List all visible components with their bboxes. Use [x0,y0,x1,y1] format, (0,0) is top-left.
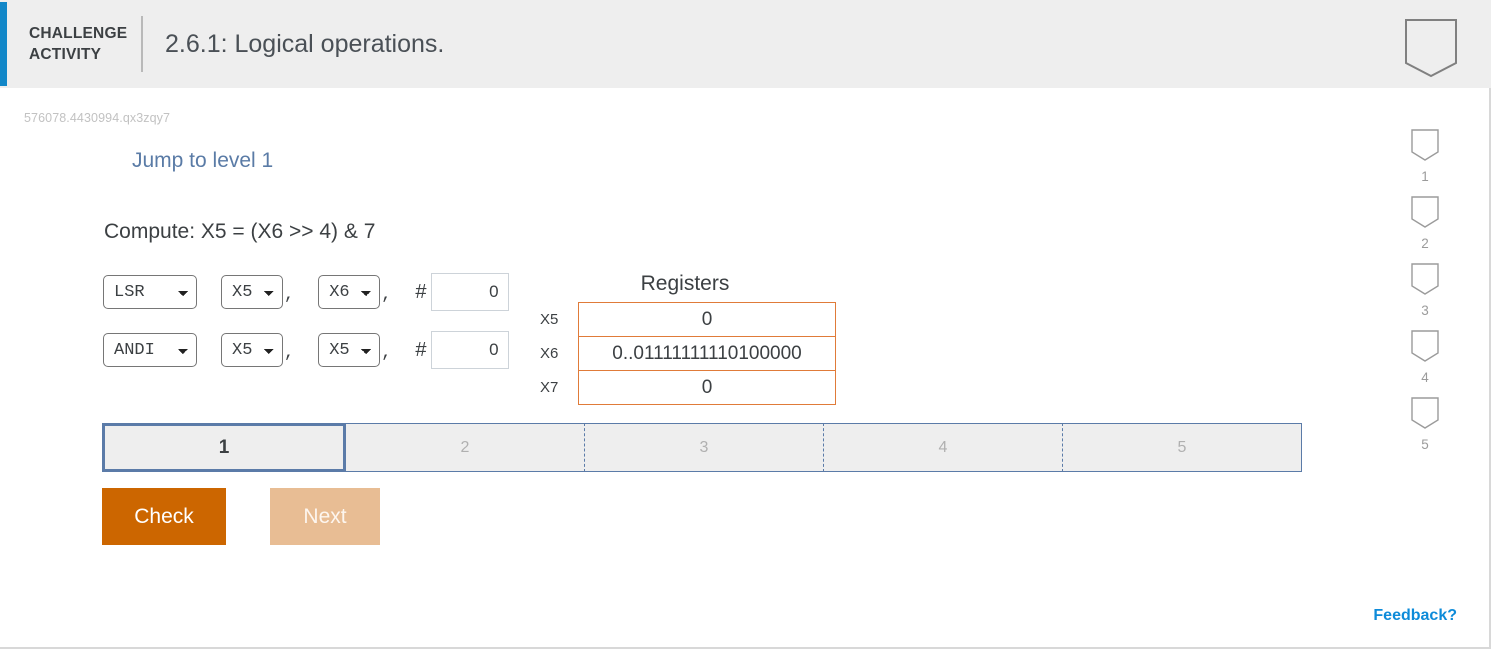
register-value: 0..01111111110100000 [578,336,836,371]
level-badge-number: 4 [1421,370,1429,385]
level-badge-3[interactable]: 3 [1410,262,1440,318]
check-button[interactable]: Check [102,488,226,545]
shield-outline-icon [1410,128,1440,167]
level-progress-bar: 1 2 3 4 5 [102,423,1302,472]
register-label: X6 [540,345,559,362]
level-badge-2[interactable]: 2 [1410,195,1440,251]
register-label: X7 [540,379,559,396]
level-badge-4[interactable]: 4 [1410,329,1440,385]
challenge-activity-page: CHALLENGE ACTIVITY 2.6.1: Logical operat… [0,0,1491,649]
kicker-line-1: CHALLENGE [29,25,128,42]
level-badge-number: 1 [1421,169,1429,184]
level-badge-number: 2 [1421,236,1429,251]
level-badge-1[interactable]: 1 [1410,128,1440,184]
challenge-activity-kicker: CHALLENGE ACTIVITY [29,23,129,65]
instruction-row: ANDI X5 , X5 , # [103,331,509,369]
source-register-select-1[interactable]: X6 [318,275,381,309]
kicker-line-2: ACTIVITY [29,46,102,63]
instruction-editor: LSR X5 , X6 , # ANDI X5 , [103,273,509,390]
feedback-link[interactable]: Feedback? [1373,607,1457,625]
page-title: 2.6.1: Logical operations. [165,29,445,58]
shield-outline-icon [1403,17,1459,84]
immediate-input-1[interactable] [430,273,509,311]
immediate-input-2[interactable] [430,331,509,369]
table-row: X6 0..01111111110100000 [540,336,836,371]
dest-register-select-2[interactable]: X5 [221,333,283,367]
level-badges-rail: 1 2 3 4 5 [1393,128,1457,463]
instruction-row: LSR X5 , X6 , # [103,273,509,311]
comma-separator: , [381,285,392,305]
immediate-hash-symbol: # [415,338,427,361]
comma-separator: , [381,343,392,363]
problem-prompt: Compute: X5 = (X6 >> 4) & 7 [104,220,376,243]
register-label: X5 [540,311,559,328]
comma-separator: , [284,285,295,305]
next-button[interactable]: Next [270,488,380,545]
register-value: 0 [578,302,836,337]
level-badge-5[interactable]: 5 [1410,396,1440,452]
dest-register-select-1[interactable]: X5 [221,275,283,309]
activity-header: CHALLENGE ACTIVITY 2.6.1: Logical operat… [0,0,1491,88]
opcode-select-1[interactable]: LSR [103,275,197,309]
table-row: X7 0 [540,370,836,405]
activity-id: 576078.4430994.qx3zqy7 [24,111,171,125]
registers-title: Registers [640,272,730,295]
level-badge-number: 3 [1421,303,1429,318]
source-register-select-2[interactable]: X5 [318,333,381,367]
action-buttons: Check Next [102,488,380,545]
progress-step-4[interactable]: 4 [824,423,1063,472]
progress-step-2[interactable]: 2 [346,423,585,472]
register-value: 0 [578,370,836,405]
registers-table: X5 0 X6 0..01111111110100000 X7 0 [540,302,836,405]
jump-to-level-link[interactable]: Jump to level 1 [132,149,273,173]
header-accent-bar [0,2,7,86]
shield-outline-icon [1410,396,1440,435]
header-divider [141,16,143,72]
shield-outline-icon [1410,329,1440,368]
opcode-select-2[interactable]: ANDI [103,333,197,367]
registers-panel: Registers X5 0 X6 0..01111111110100000 X… [540,272,836,405]
immediate-hash-symbol: # [415,280,427,303]
progress-step-5[interactable]: 5 [1063,423,1302,472]
table-row: X5 0 [540,302,836,337]
level-badge-number: 5 [1421,437,1429,452]
shield-outline-icon [1410,195,1440,234]
progress-step-3[interactable]: 3 [585,423,824,472]
comma-separator: , [284,343,295,363]
shield-outline-icon [1410,262,1440,301]
progress-step-1[interactable]: 1 [102,423,346,472]
